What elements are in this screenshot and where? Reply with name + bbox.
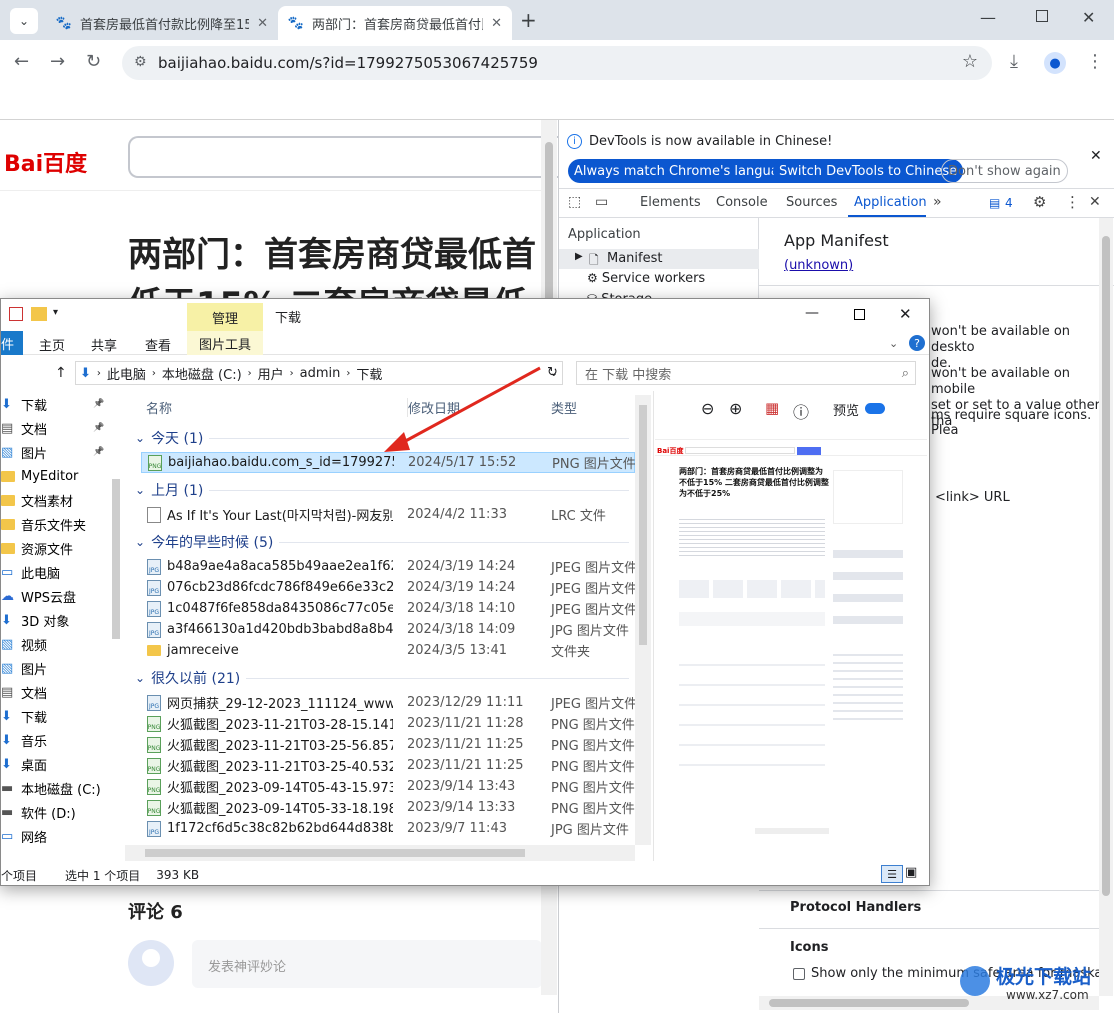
watermark-logo-icon (960, 966, 990, 996)
watermark: 极光下载站 www.xz7.com (960, 960, 1110, 1008)
watermark-text: 极光下载站 (996, 966, 1092, 988)
watermark-url: www.xz7.com (1006, 988, 1089, 1002)
annotation-arrow (384, 366, 541, 452)
